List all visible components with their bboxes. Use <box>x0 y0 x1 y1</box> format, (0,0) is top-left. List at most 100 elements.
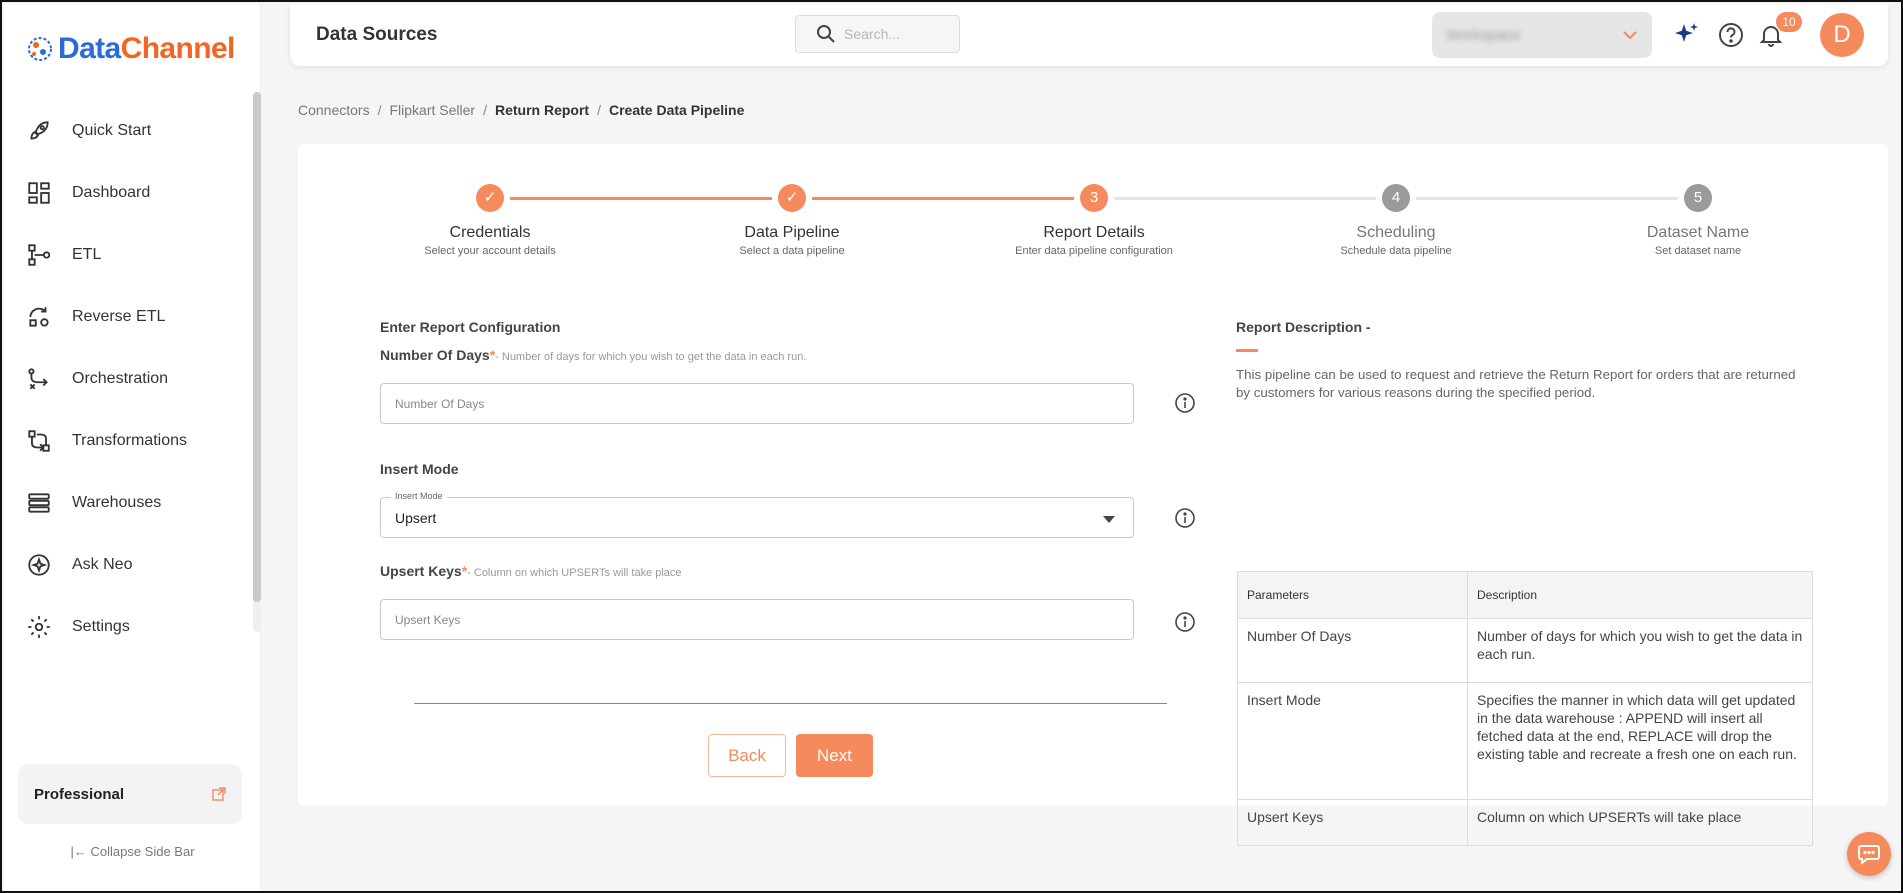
sidebar-item-label: Warehouses <box>72 494 162 511</box>
breadcrumb-separator: / <box>597 102 601 118</box>
breadcrumb-item-flipkart-seller[interactable]: Flipkart Seller <box>389 102 475 118</box>
sidebar-item-dashboard[interactable]: Dashboard <box>26 162 246 224</box>
ai-sparkle-icon[interactable] <box>1671 20 1701 50</box>
sidebar-item-warehouses[interactable]: Warehouses <box>26 472 246 534</box>
breadcrumb-item-create-pipeline: Create Data Pipeline <box>608 102 745 118</box>
chat-launcher-button[interactable] <box>1847 832 1891 876</box>
info-icon[interactable] <box>1174 611 1196 633</box>
step-subtitle: Schedule data pipeline <box>1340 245 1452 257</box>
brand-logo[interactable]: DataChannel <box>26 32 235 66</box>
param-description: Column on which UPSERTs will take place <box>1467 799 1813 846</box>
notification-badge: 10 <box>1776 12 1802 32</box>
back-button[interactable]: Back <box>708 734 786 777</box>
step-number: 4 <box>1382 184 1410 212</box>
sidebar-item-orchestration[interactable]: Orchestration <box>26 348 246 410</box>
sidebar: DataChannel Quick Start Dashboard ETL Re… <box>4 4 261 891</box>
insert-mode-float-label: Insert Mode <box>391 491 447 501</box>
avatar[interactable]: D <box>1820 13 1864 57</box>
step-title: Credentials <box>449 224 531 241</box>
step-subtitle: Set dataset name <box>1654 245 1742 257</box>
step-data-pipeline[interactable]: ✓ Data Pipeline Select a data pipeline <box>672 184 912 257</box>
external-link-icon[interactable] <box>212 787 226 801</box>
step-title: Dataset Name <box>1646 224 1750 241</box>
brand-name-part1: Data <box>58 32 121 65</box>
step-credentials[interactable]: ✓ Credentials Select your account detail… <box>370 184 610 257</box>
sidebar-item-etl[interactable]: ETL <box>26 224 246 286</box>
sidebar-item-label: Transformations <box>72 432 187 449</box>
breadcrumb-item-return-report[interactable]: Return Report <box>495 102 589 118</box>
step-number: 5 <box>1684 184 1712 212</box>
sidebar-item-label: Quick Start <box>72 122 152 139</box>
form-section-title: Enter Report Configuration <box>380 319 561 335</box>
orchestration-icon <box>28 368 48 390</box>
check-icon: ✓ <box>778 184 806 212</box>
step-number: 3 <box>1080 184 1108 212</box>
param-name: Upsert Keys <box>1237 799 1468 846</box>
step-scheduling[interactable]: 4 Scheduling Schedule data pipeline <box>1276 184 1516 257</box>
insert-mode-select[interactable]: Insert Mode Upsert <box>380 491 1134 538</box>
info-icon[interactable] <box>1174 392 1196 414</box>
description-text: This pipeline can be used to request and… <box>1236 367 1796 400</box>
breadcrumb-separator: / <box>377 102 382 118</box>
table-header-row: Parameters Description <box>1237 571 1813 619</box>
sidebar-item-settings[interactable]: Settings <box>26 596 246 658</box>
title-accent-bar <box>1236 349 1258 352</box>
parameters-table: Parameters Description Number Of Days Nu… <box>1237 571 1813 846</box>
breadcrumb-separator: / <box>483 102 487 118</box>
table-row: Insert Mode Specifies the manner in whic… <box>1237 682 1813 800</box>
sidebar-item-label: Orchestration <box>72 370 169 387</box>
number-of-days-input[interactable] <box>381 384 1133 423</box>
next-button[interactable]: Next <box>796 734 873 777</box>
search-input[interactable] <box>844 26 944 42</box>
plan-card[interactable]: Professional <box>18 764 242 824</box>
sidebar-nav: Quick Start Dashboard ETL Reverse ETL Or… <box>26 100 246 658</box>
param-name: Insert Mode <box>1237 682 1468 800</box>
step-subtitle: Select a data pipeline <box>739 245 845 257</box>
sparkle-icon <box>28 554 50 576</box>
search-box[interactable] <box>795 15 960 53</box>
insert-mode-label: Insert Mode <box>380 461 459 477</box>
breadcrumb-item-connectors[interactable]: Connectors <box>298 102 370 118</box>
insert-mode-value: Upsert <box>395 510 437 526</box>
workspace-selector[interactable]: Workspace <box>1432 12 1652 58</box>
breadcrumb: Connectors / Flipkart Seller / Return Re… <box>298 102 744 118</box>
gear-icon <box>28 616 50 638</box>
stepper: ✓ Credentials Select your account detail… <box>298 144 1888 284</box>
sidebar-scrollbar-thumb[interactable] <box>253 92 261 602</box>
warehouses-icon <box>28 493 50 513</box>
step-title: Scheduling <box>1356 224 1436 241</box>
collapse-sidebar-button[interactable]: |← Collapse Side Bar <box>4 844 261 859</box>
sidebar-item-quick-start[interactable]: Quick Start <box>26 100 246 162</box>
days-field[interactable] <box>380 383 1134 424</box>
column-header: Description <box>1467 571 1813 619</box>
upsert-keys-field[interactable] <box>380 599 1134 640</box>
brand-name-part2: Channel <box>120 32 236 65</box>
sidebar-item-ask-neo[interactable]: Ask Neo <box>26 534 246 596</box>
table-row: Upsert Keys Column on which UPSERTs will… <box>1237 799 1813 846</box>
days-label-text: Number Of Days <box>380 347 490 363</box>
chevron-down-icon <box>1623 31 1637 40</box>
plan-name: Professional <box>34 785 125 803</box>
step-subtitle: Select your account details <box>424 245 556 257</box>
sidebar-item-transformations[interactable]: Transformations <box>26 410 246 472</box>
sidebar-item-reverse-etl[interactable]: Reverse ETL <box>26 286 246 348</box>
topbar: Data Sources Workspace 10 D <box>290 4 1888 66</box>
days-field-label: Number Of Days*- Number of days for whic… <box>380 347 806 363</box>
step-dataset-name[interactable]: 5 Dataset Name Set dataset name <box>1578 184 1818 257</box>
search-icon <box>817 25 835 43</box>
step-title: Report Details <box>1043 224 1145 241</box>
param-description: Specifies the manner in which data will … <box>1467 682 1813 800</box>
upsert-keys-field-label: Upsert Keys*- Column on which UPSERTs wi… <box>380 563 682 579</box>
table-row: Number Of Days Number of days for which … <box>1237 618 1813 683</box>
description-title: Report Description - <box>1236 319 1371 335</box>
page-title: Data Sources <box>316 24 438 45</box>
step-report-details[interactable]: 3 Report Details Enter data pipeline con… <box>974 184 1214 257</box>
globe-logo-icon <box>28 37 52 61</box>
sidebar-item-label: Dashboard <box>72 184 151 201</box>
help-icon[interactable] <box>1716 20 1746 50</box>
dropdown-arrow-icon <box>1103 516 1115 523</box>
upsert-keys-input[interactable] <box>381 600 1133 639</box>
collapse-label: Collapse Side Bar <box>90 844 195 859</box>
info-icon[interactable] <box>1174 507 1196 529</box>
reverse-etl-icon <box>29 307 49 327</box>
